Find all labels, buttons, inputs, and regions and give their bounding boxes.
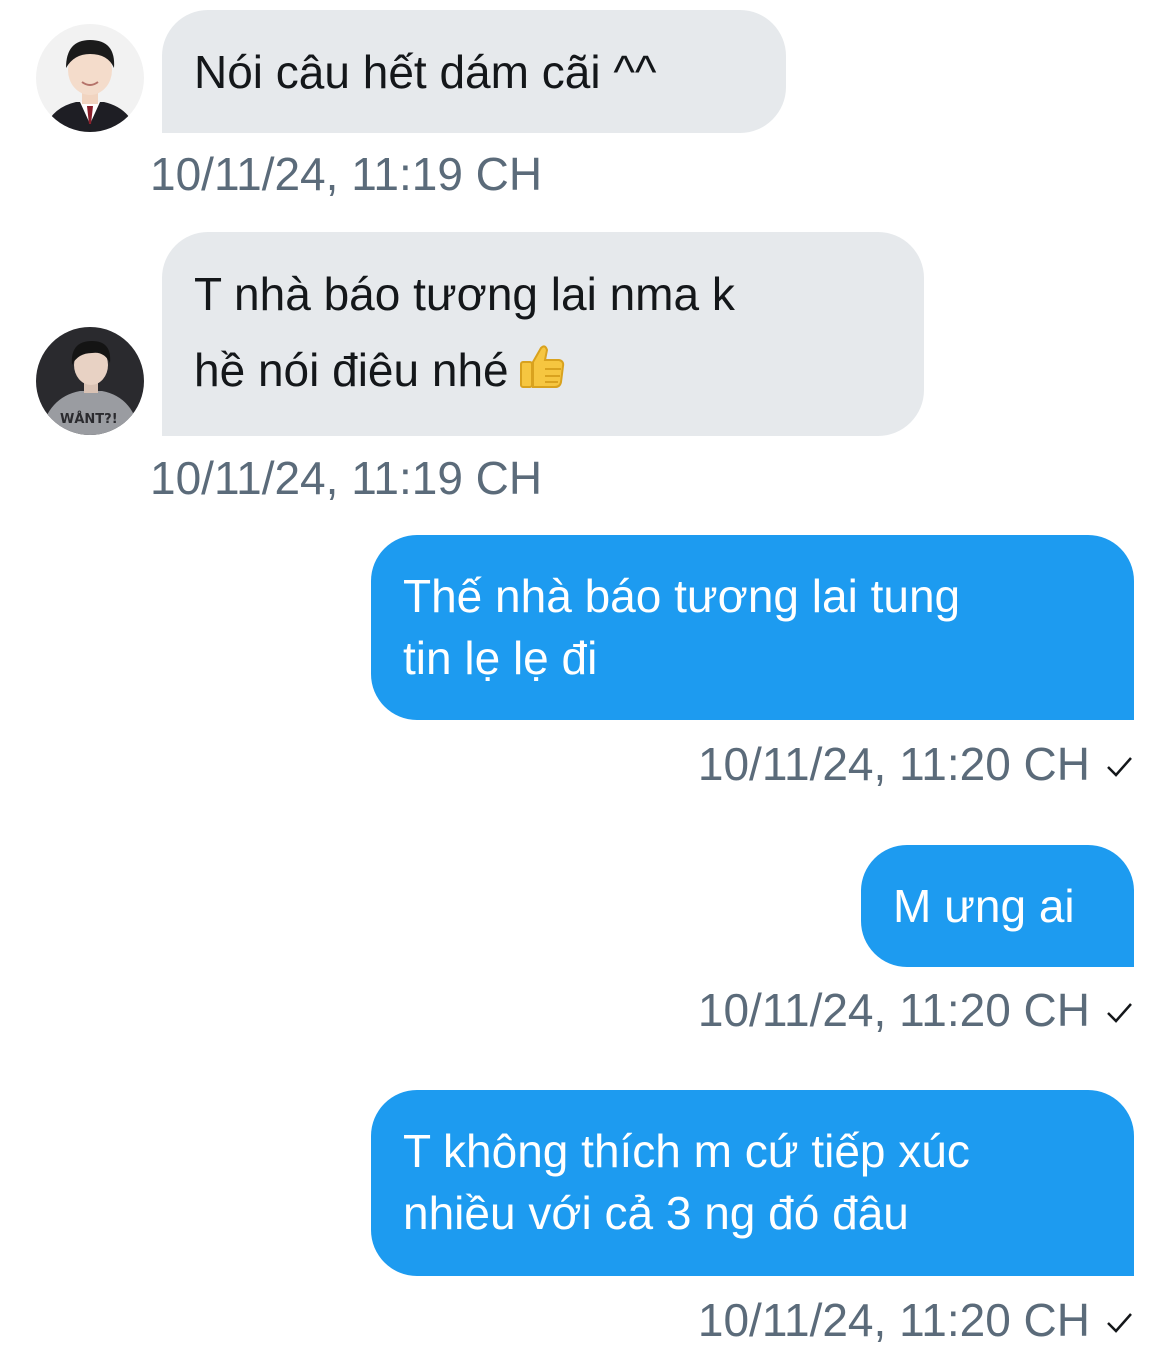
message-bubble[interactable]: Thế nhà báo tương lai tung tin lẹ lẹ đi (371, 535, 1134, 720)
message-timestamp: 10/11/24, 11:19 CH (150, 148, 543, 200)
message-timestamp: 10/11/24, 11:20 CH (697, 1294, 1090, 1346)
message-text-line: Thế nhà báo tương lai tung (403, 570, 961, 622)
sent-check-icon (1104, 738, 1134, 794)
message-timestamp: 10/11/24, 11:20 CH (697, 984, 1090, 1036)
message-bubble[interactable]: M ưng ai (861, 845, 1134, 967)
message-text: M ưng ai (893, 880, 1075, 932)
avatar-boy-hoodie-icon: WÅNT?! (36, 327, 144, 435)
sent-check-icon (1104, 1294, 1134, 1350)
message-timestamp-row: 10/11/24, 11:20 CH (698, 736, 1134, 794)
message-bubble[interactable]: T nhà báo tương lai nma k hề nói điêu nh… (162, 232, 924, 436)
svg-text:WÅNT?!: WÅNT?! (60, 411, 118, 427)
message-text-line: T nhà báo tương lai nma k (194, 268, 735, 320)
thumbs-up-icon (515, 338, 567, 414)
message-text-line: nhiều với cả 3 ng đó đâu (403, 1187, 909, 1239)
message-timestamp-row: 10/11/24, 11:20 CH (698, 982, 1134, 1040)
avatar[interactable] (36, 24, 144, 132)
message-text: Nói câu hết dám cãi ^^ (194, 46, 657, 98)
message-text-line-content: hề nói điêu nhé (194, 344, 509, 396)
message-text-line: hề nói điêu nhé (194, 332, 892, 414)
message-text-line: T không thích m cứ tiếp xúc (403, 1125, 970, 1177)
avatar-boy-suit-icon (36, 24, 144, 132)
sent-check-icon (1104, 984, 1134, 1040)
message-timestamp-row: 10/11/24, 11:20 CH (698, 1292, 1134, 1350)
message-bubble[interactable]: Nói câu hết dám cãi ^^ (162, 10, 786, 133)
avatar[interactable]: WÅNT?! (36, 327, 144, 435)
message-timestamp: 10/11/24, 11:19 CH (150, 452, 543, 504)
message-timestamp: 10/11/24, 11:20 CH (697, 738, 1090, 790)
message-bubble[interactable]: T không thích m cứ tiếp xúc nhiều với cả… (371, 1090, 1134, 1276)
message-text-line: tin lẹ lẹ đi (403, 632, 598, 684)
